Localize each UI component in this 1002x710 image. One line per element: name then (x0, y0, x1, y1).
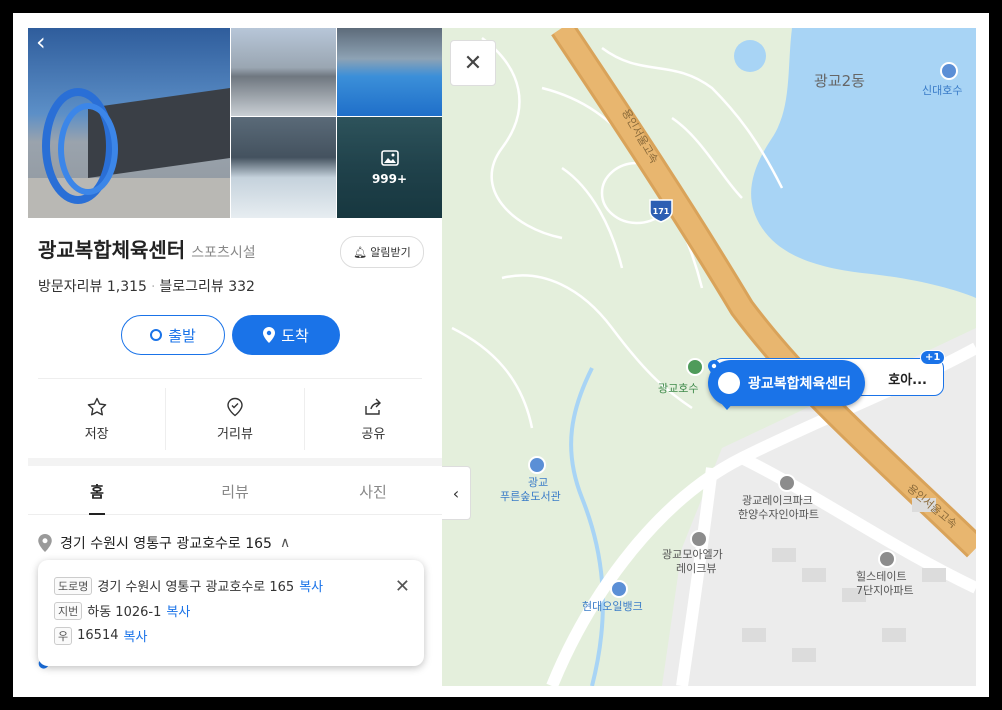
photo-4[interactable] (231, 117, 336, 218)
address-detail-popup: 도로명 경기 수원시 영통구 광교호수로 165 복사 지번 하동 1026-1… (38, 560, 424, 666)
selected-place-pin[interactable]: 광교복합체육센터 (708, 360, 866, 406)
chevron-left-icon[interactable]: ‹ (36, 30, 46, 54)
share-label: 공유 (361, 426, 386, 442)
photo-3[interactable] (337, 28, 442, 116)
location-pin-icon (263, 327, 276, 343)
map-label-bank: 현대오일뱅크 (582, 600, 643, 613)
tab-reviews[interactable]: 리뷰 (166, 468, 304, 514)
address-row[interactable]: 경기 수원시 영통구 광교호수로 165 ∧ (38, 533, 290, 553)
action-bar: 저장 거리뷰 공유 (28, 388, 442, 450)
tab-bar: 홈 리뷰 사진 (28, 468, 442, 515)
apartment-poi-icon[interactable] (778, 474, 796, 492)
more-places-label: 호아... (888, 373, 927, 388)
lot-tag: 지번 (54, 601, 83, 620)
location-pin-icon (708, 360, 740, 394)
photo-5[interactable]: 999+ (337, 117, 442, 218)
alarm-label: 알림받기 (370, 246, 411, 259)
title-row: 광교복합체육센터 스포츠시설 (38, 234, 256, 263)
star-icon (87, 397, 106, 415)
chevron-up-icon[interactable]: ∧ (280, 535, 290, 551)
blog-reviews-link[interactable]: 블로그리뷰 332 (159, 279, 255, 295)
arrive-button[interactable]: 도착 (232, 315, 340, 355)
depart-label: 출발 (168, 326, 196, 345)
lake-poi-icon[interactable] (940, 62, 958, 80)
depart-button[interactable]: 출발 (121, 315, 225, 355)
review-counts: 방문자리뷰 1,315 · 블로그리뷰 332 (38, 276, 255, 296)
photo-main[interactable] (28, 28, 230, 218)
share-button[interactable]: 공유 (305, 388, 442, 450)
park-poi-icon[interactable] (686, 358, 704, 376)
place-category: 스포츠시설 (191, 245, 256, 261)
zip-line: 우 16514 복사 (54, 626, 147, 645)
photo-gallery[interactable]: 999+ ‹ (28, 28, 442, 218)
streetview-icon (227, 397, 243, 416)
lot-address: 하동 1026-1 (87, 605, 162, 620)
streetview-label: 거리뷰 (217, 426, 253, 442)
photo-2[interactable] (231, 28, 336, 116)
gas-station-poi-icon[interactable] (610, 580, 628, 598)
apartment-poi-icon[interactable] (878, 550, 896, 568)
collapse-panel-button[interactable]: ‹ (442, 466, 471, 520)
place-panel: 999+ ‹ 광교복합체육센터 스포츠시설 🔔︎ 알림받기 방문자리뷰 1,31… (28, 28, 442, 686)
road-address-line: 도로명 경기 수원시 영통구 광교호수로 165 복사 (54, 576, 323, 595)
location-pin-icon (38, 534, 52, 552)
library-poi-icon[interactable] (528, 456, 546, 474)
photo-more-overlay[interactable]: 999+ (337, 117, 442, 218)
zip-tag: 우 (54, 626, 73, 645)
map-label-lake: 신대호수 (922, 84, 963, 97)
map-view[interactable]: 171 광교2동 신대호수 용인서울고속 용인서울고속 광교호수 광교 푸른숲도… (442, 28, 976, 686)
tab-photos[interactable]: 사진 (304, 468, 442, 514)
save-button[interactable]: 저장 (28, 388, 167, 450)
map-label-apt3-2: 7단지아파트 (856, 584, 914, 597)
map-label-dong: 광교2동 (814, 72, 865, 90)
pond-shape (734, 40, 766, 72)
route-number: 171 (653, 207, 670, 216)
visitor-reviews-link[interactable]: 방문자리뷰 1,315 (38, 279, 147, 295)
copy-road-button[interactable]: 복사 (299, 576, 323, 595)
section-gap (28, 458, 442, 466)
close-icon[interactable]: ✕ (395, 576, 410, 597)
separator-dot: · (150, 279, 156, 295)
zip-code: 16514 (77, 628, 119, 643)
tab-home[interactable]: 홈 (28, 468, 166, 515)
share-icon (365, 398, 382, 415)
pin-tail (720, 402, 734, 410)
copy-zip-button[interactable]: 복사 (123, 626, 147, 645)
alarm-button[interactable]: 🔔︎ 알림받기 (340, 236, 424, 268)
map-app: 999+ ‹ 광교복합체육센터 스포츠시설 🔔︎ 알림받기 방문자리뷰 1,31… (28, 28, 976, 686)
streetview-button[interactable]: 거리뷰 (166, 388, 305, 450)
arrive-label: 도착 (281, 326, 309, 345)
origin-dot-icon (150, 329, 163, 341)
map-label-library-2: 푸른숲도서관 (500, 490, 561, 503)
chevron-left-icon: ‹ (452, 483, 460, 503)
photo-sculpture-inner (58, 103, 118, 195)
copy-lot-button[interactable]: 복사 (166, 601, 190, 620)
bell-icon: 🔔︎ (353, 245, 368, 259)
address-text: 경기 수원시 영통구 광교호수로 165 (60, 536, 272, 552)
photo-count: 999+ (371, 171, 408, 186)
close-icon[interactable]: ✕ (450, 40, 496, 86)
pin-label: 광교복합체육센터 (748, 376, 852, 392)
map-label-apt1-2: 한양수자인아파트 (738, 508, 819, 521)
map-label-apt2-2: 레이크뷰 (676, 562, 717, 575)
plus-badge: +1 (920, 350, 946, 365)
lot-address-line: 지번 하동 1026-1 복사 (54, 601, 190, 620)
map-label-park: 광교호수 (658, 382, 699, 395)
save-label: 저장 (84, 426, 109, 442)
place-title: 광교복합체육센터 (38, 238, 186, 262)
divider (38, 378, 422, 379)
road-tag: 도로명 (54, 576, 93, 595)
image-icon (380, 149, 399, 166)
road-address: 경기 수원시 영통구 광교호수로 165 (97, 580, 295, 595)
